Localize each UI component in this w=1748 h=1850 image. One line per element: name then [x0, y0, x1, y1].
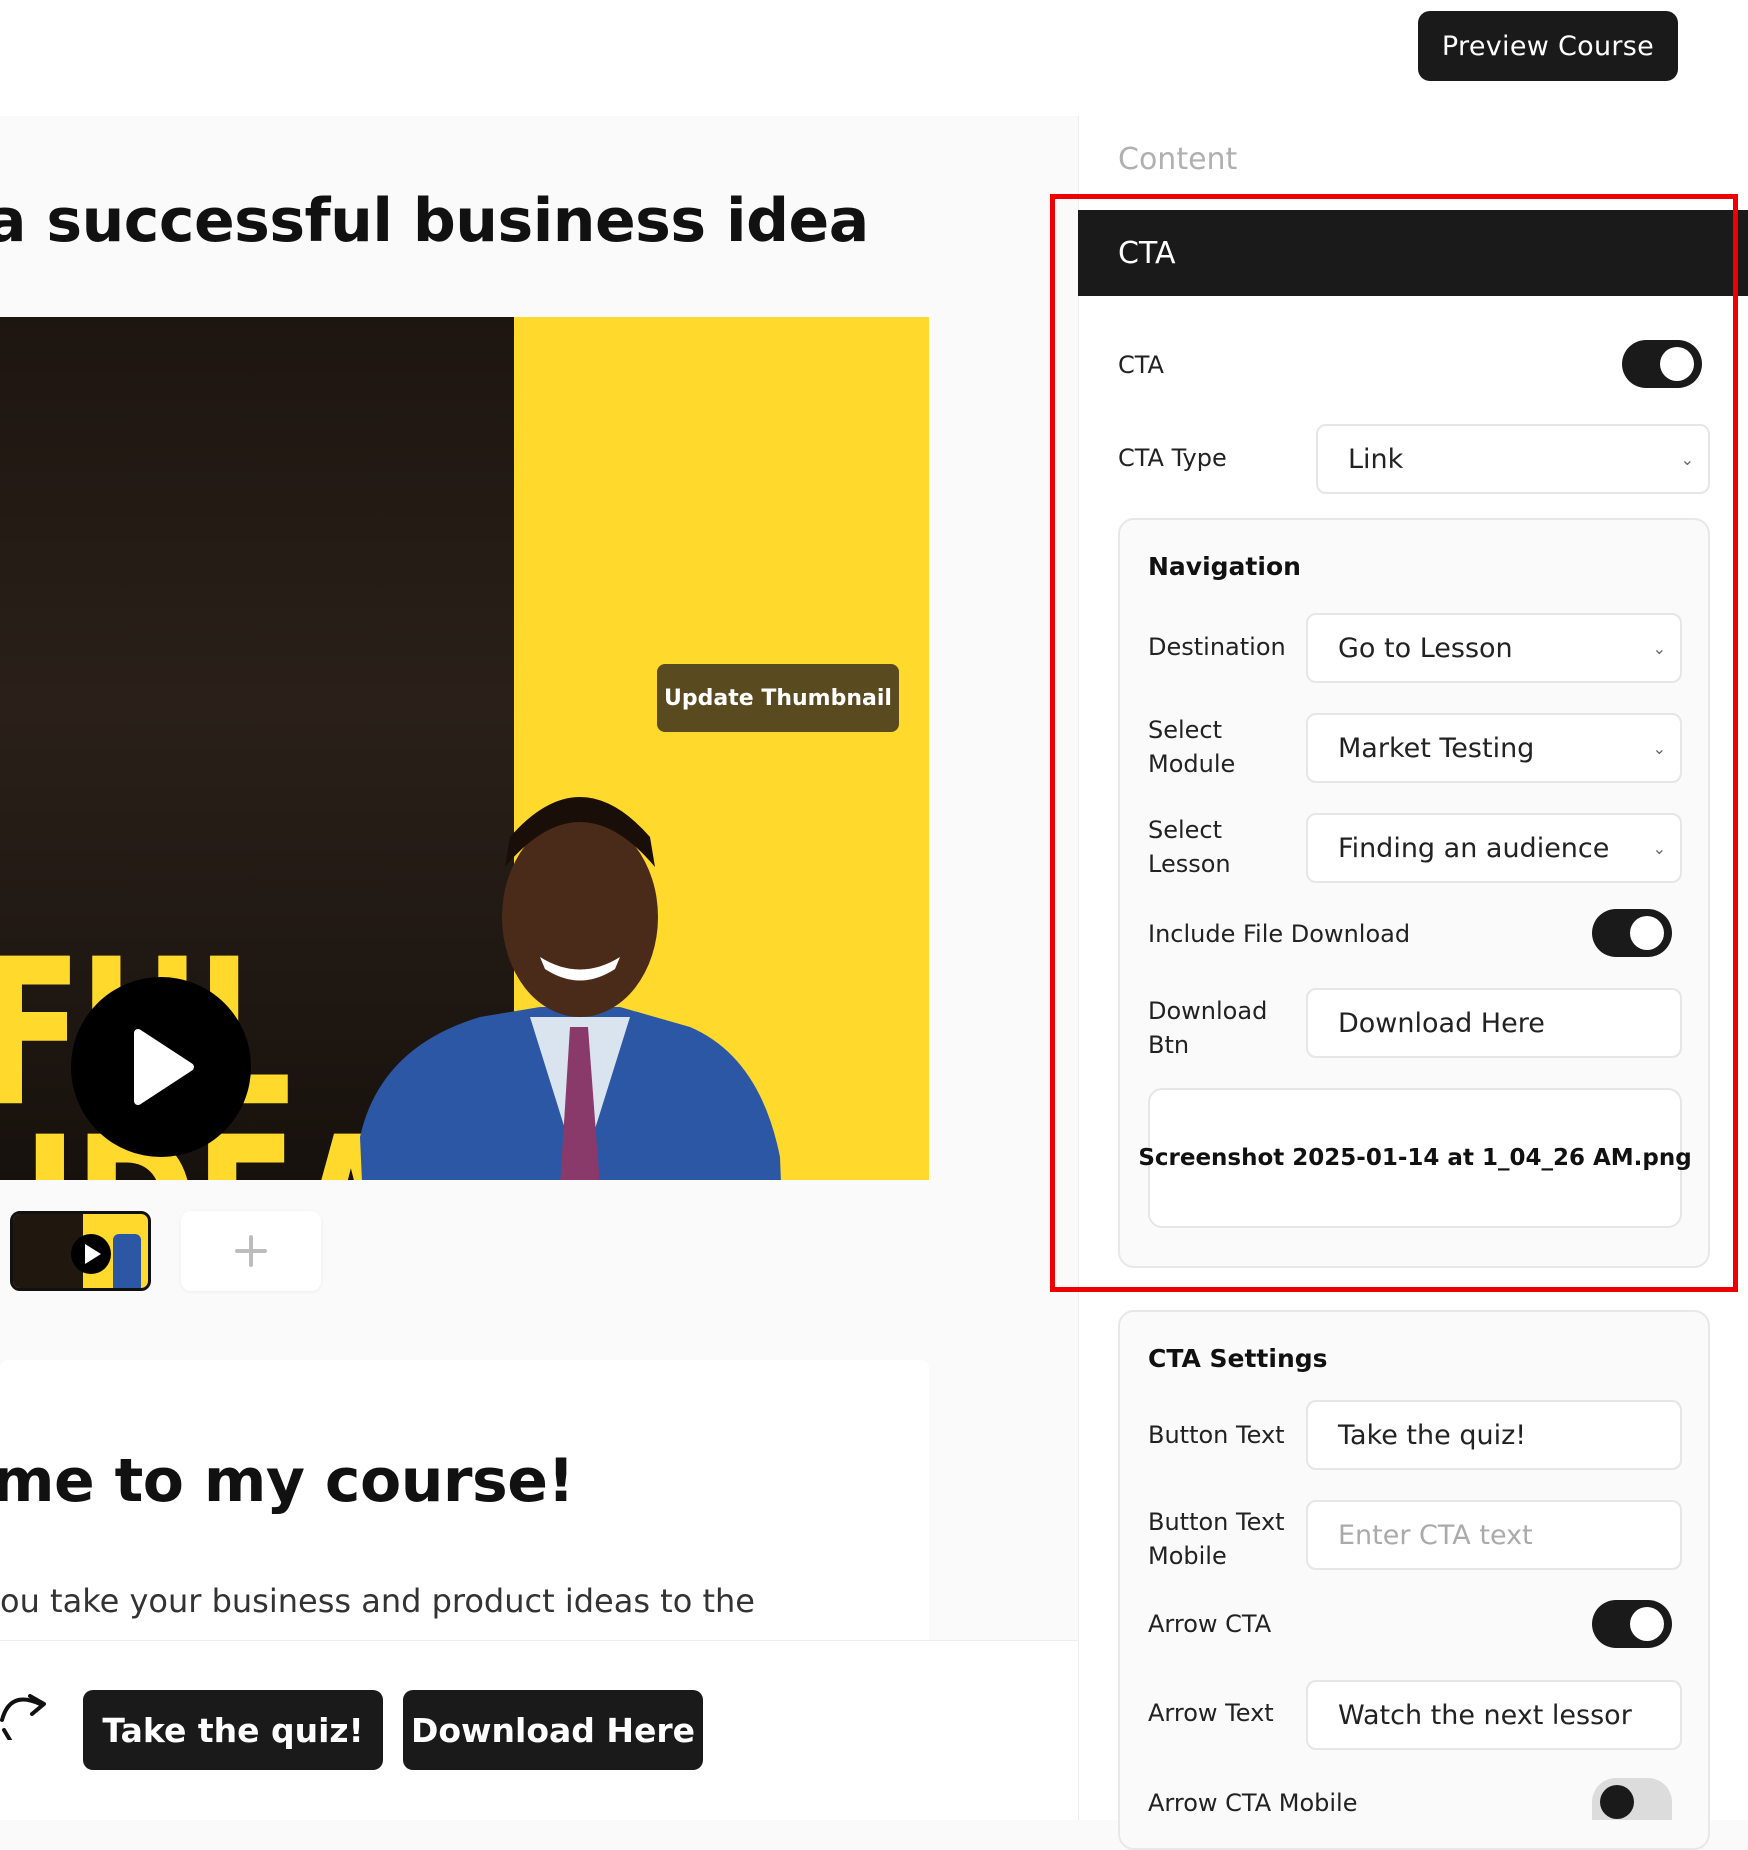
arrow-cta-toggle[interactable]	[1592, 1600, 1672, 1648]
intro-text[interactable]: ou take your business and product ideas …	[0, 1582, 755, 1620]
video-player[interactable]: FUL IDEA Update Thumbnail	[0, 317, 929, 1180]
plus-icon	[235, 1235, 267, 1267]
arrow-text-value: Watch the next lessor	[1338, 1699, 1632, 1731]
button-text-mobile-label: Button Text Mobile	[1148, 1505, 1285, 1573]
panel-section-label: Content	[1118, 142, 1238, 177]
cta-primary-button[interactable]: Take the quiz!	[83, 1690, 383, 1770]
button-text-value: Take the quiz!	[1338, 1419, 1527, 1451]
curved-arrow-icon	[0, 1694, 46, 1740]
button-text-mobile-label-line: Mobile	[1148, 1542, 1227, 1570]
arrow-cta-mobile-label: Arrow CTA Mobile	[1148, 1789, 1358, 1817]
arrow-text-input[interactable]: Watch the next lessor	[1306, 1680, 1682, 1750]
cta-settings-title: CTA Settings	[1148, 1344, 1328, 1373]
update-thumbnail-button[interactable]: Update Thumbnail	[657, 664, 899, 732]
arrow-text-label: Arrow Text	[1148, 1699, 1274, 1727]
button-text-mobile-input[interactable]: Enter CTA text	[1306, 1500, 1682, 1570]
preview-course-button[interactable]: Preview Course	[1418, 11, 1678, 81]
play-icon	[134, 1029, 194, 1105]
button-text-input[interactable]: Take the quiz!	[1306, 1400, 1682, 1470]
lesson-title[interactable]: a successful business idea	[0, 186, 869, 256]
arrow-cta-mobile-toggle[interactable]	[1592, 1778, 1672, 1820]
play-icon	[85, 1244, 101, 1264]
video-thumbnail-selected[interactable]	[10, 1211, 151, 1291]
button-text-label: Button Text	[1148, 1421, 1285, 1449]
button-text-mobile-placeholder: Enter CTA text	[1338, 1519, 1533, 1551]
presenter-image	[360, 797, 781, 1180]
arrow-cta-label: Arrow CTA	[1148, 1610, 1272, 1638]
add-video-button[interactable]	[181, 1211, 321, 1291]
highlight-box	[1050, 194, 1738, 1292]
button-text-mobile-label-line: Button Text	[1148, 1508, 1285, 1536]
cta-settings-box	[1118, 1310, 1710, 1850]
welcome-heading[interactable]: me to my course!	[0, 1446, 575, 1516]
play-button[interactable]	[71, 977, 251, 1157]
cta-download-button[interactable]: Download Here	[403, 1690, 703, 1770]
